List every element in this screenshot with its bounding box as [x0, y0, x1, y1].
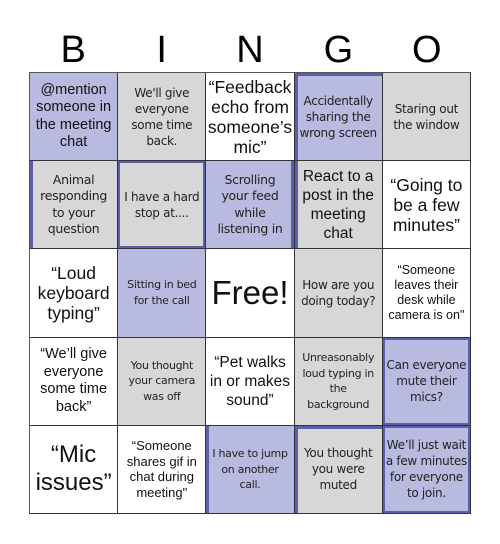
cell-text: “Feedback echo from someone’s mic” — [207, 76, 293, 157]
header-letter-o: O — [412, 29, 442, 71]
bingo-cell-r4-c2[interactable]: You thought your camera was off — [118, 337, 207, 426]
cell-text: Accidentally sharing the wrong screen — [299, 93, 377, 140]
bingo-cell-r5-c4[interactable]: You thought you were muted — [294, 425, 383, 514]
bingo-cell-r1-c2[interactable]: We'll give everyone some time back. — [118, 73, 207, 162]
bingo-cell-r4-c1[interactable]: “We’ll give everyone some time back” — [30, 337, 119, 426]
cell-text: Can everyone mute their mics? — [386, 358, 467, 405]
cell-text: Scrolling your feed while listening in — [217, 171, 283, 237]
bingo-cell-r3-c3-free-space[interactable]: Free! — [206, 249, 295, 338]
header-letter-n: N — [236, 29, 264, 71]
header-letter-i: I — [156, 29, 167, 71]
cell-text: We'll give everyone some time back. — [131, 85, 193, 148]
bingo-cell-r5-c5[interactable]: We’ll just wait a few minutes for everyo… — [382, 425, 471, 514]
cell-text: “Going to be a few minutes” — [390, 174, 463, 235]
cell-text: “Pet walks in or makes sound” — [209, 353, 291, 409]
bingo-cell-r3-c1[interactable]: “Loud keyboard typing” — [30, 249, 119, 338]
bingo-cell-r3-c2[interactable]: Sitting in bed for the call — [118, 249, 207, 338]
header-letter-b: B — [60, 29, 86, 71]
bingo-cell-r5-c3[interactable]: I have to jump on another call. — [206, 425, 295, 514]
cell-text: Sitting in bed for the call — [127, 278, 197, 307]
header-letter-g: G — [323, 29, 354, 71]
cell-text: React to a post in the meeting chat — [302, 167, 374, 242]
cell-text: I have to jump on another call. — [212, 447, 288, 492]
bingo-cell-r1-c3[interactable]: “Feedback echo from someone’s mic” — [206, 73, 295, 162]
cell-text: You thought your camera was off — [128, 358, 196, 403]
bingo-header: B I N G O — [29, 28, 471, 72]
bingo-cell-r2-c5[interactable]: “Going to be a few minutes” — [382, 161, 471, 250]
bingo-cell-r4-c3[interactable]: “Pet walks in or makes sound” — [206, 337, 295, 426]
cell-text: How are you doing today? — [301, 277, 376, 308]
cell-text: “Someone shares gif in chat during meeti… — [126, 438, 197, 500]
cell-text: @mention someone in the meeting chat — [35, 81, 112, 151]
bingo-cell-r2-c2[interactable]: I have a hard stop at.... — [118, 161, 207, 250]
bingo-cell-r5-c1[interactable]: “Mic issues” — [30, 425, 119, 514]
bingo-card-grid: @mention someone in the meeting chat We'… — [29, 72, 471, 514]
bingo-cell-r2-c4[interactable]: React to a post in the meeting chat — [294, 161, 383, 250]
bingo-cell-r3-c4[interactable]: How are you doing today? — [294, 249, 383, 338]
bingo-cell-r1-c5[interactable]: Staring out the window — [382, 73, 471, 162]
bingo-cell-r4-c5[interactable]: Can everyone mute their mics? — [382, 337, 471, 426]
cell-text: Animal responding to your question — [40, 171, 108, 237]
cell-text: “We’ll give everyone some time back” — [40, 346, 108, 415]
free-space-text: Free! — [211, 273, 289, 311]
cell-text: We’ll just wait a few minutes for everyo… — [385, 438, 467, 501]
bingo-cell-r1-c1[interactable]: @mention someone in the meeting chat — [30, 73, 119, 162]
cell-text: “Someone leaves their desk while camera … — [388, 262, 465, 322]
bingo-cell-r4-c4[interactable]: Unreasonably loud typing in the backgrou… — [294, 337, 383, 426]
cell-text: You thought you were muted — [304, 446, 373, 493]
cell-text: I have a hard stop at.... — [124, 189, 200, 220]
cell-text: “Mic issues” — [35, 441, 112, 497]
bingo-cell-r2-c1[interactable]: Animal responding to your question — [30, 161, 119, 250]
bingo-cell-r1-c4[interactable]: Accidentally sharing the wrong screen — [294, 73, 383, 162]
cell-text: “Loud keyboard typing” — [37, 262, 110, 323]
bingo-cell-r3-c5[interactable]: “Someone leaves their desk while camera … — [382, 249, 471, 338]
cell-text: Unreasonably loud typing in the backgrou… — [302, 351, 375, 411]
bingo-cell-r5-c2[interactable]: “Someone shares gif in chat during meeti… — [118, 425, 207, 514]
bingo-cell-r2-c3[interactable]: Scrolling your feed while listening in — [206, 161, 295, 250]
cell-text: Staring out the window — [393, 101, 460, 132]
